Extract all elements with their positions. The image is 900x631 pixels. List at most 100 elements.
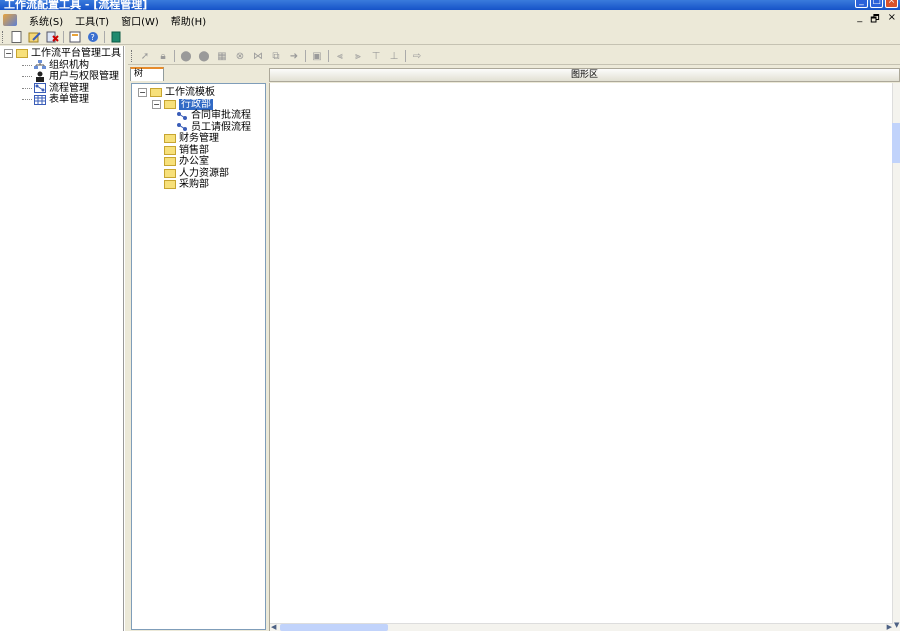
toolbar-separator [63, 30, 64, 43]
navigation-tree-pane: − 工作流平台管理工具 组织机构 用户与权限管理 流程管理 表单管理 [0, 46, 124, 631]
exit-icon[interactable] [109, 30, 123, 43]
menu-window[interactable]: 窗口(W) [115, 13, 165, 28]
org-chart-icon [34, 60, 46, 70]
lock-icon[interactable]: 🔒︎ [156, 50, 170, 63]
template-root-label: 工作流模板 [165, 87, 215, 98]
folder-label: 销售部 [179, 144, 209, 156]
folder-icon [164, 180, 176, 190]
start-node-icon[interactable]: ⬤ [179, 50, 193, 63]
folder-item[interactable]: 办公室 [138, 156, 251, 168]
folder-icon [164, 145, 176, 155]
tab-tree[interactable]: 树 [130, 67, 164, 81]
workflow-icon [176, 111, 188, 121]
tree-item-label: 表单管理 [49, 94, 89, 105]
folder-icon [164, 168, 176, 178]
horizontal-scrollbar[interactable]: ◀ ▶ [270, 623, 893, 631]
menu-bar: 系统(S) 工具(T) 窗口(W) 帮助(H) _ 🗗 × [0, 12, 900, 28]
svg-text:?: ? [91, 33, 95, 42]
folder-label-selected: 行政部 [179, 98, 213, 110]
help-icon[interactable]: ? [86, 30, 100, 43]
graph-canvas[interactable]: ▼ ◀ ▶ [269, 83, 900, 631]
drawing-toolbar: ➚ 🔒︎ ⬤ ⬤ ▦ ⊗ ⋈ ⧉ ➜ ▣ ⫷ ⫸ ⊤ ⊥ ⇨ [128, 48, 900, 65]
new-icon[interactable] [9, 30, 23, 43]
menu-help[interactable]: 帮助(H) [165, 13, 212, 28]
folder-icon [150, 88, 162, 98]
tree-item-users[interactable]: 用户与权限管理 [4, 71, 121, 83]
folder-admin[interactable]: − 行政部 [138, 98, 251, 110]
maximize-icon[interactable]: □ [870, 0, 883, 8]
minimize-icon[interactable]: _ [855, 0, 868, 8]
scroll-down-icon[interactable]: ▼ [894, 622, 899, 629]
tree-item-label: 流程管理 [49, 82, 89, 94]
template-root[interactable]: − 工作流模板 [138, 87, 251, 99]
activity-icon[interactable]: ▦ [215, 50, 229, 63]
folder-item[interactable]: 销售部 [138, 145, 251, 157]
align-top-icon[interactable]: ⊤ [369, 50, 383, 63]
delete-icon[interactable] [45, 30, 59, 43]
split-icon[interactable]: ⧉ [269, 50, 283, 63]
workflow-icon [176, 122, 188, 132]
route-icon[interactable]: ⋈ [251, 50, 265, 63]
edit-icon[interactable] [27, 30, 41, 43]
folder-label: 财务管理 [179, 133, 219, 144]
workflow-item[interactable]: 合同审批流程 [138, 110, 251, 122]
scroll-right-icon[interactable]: ▶ [887, 624, 892, 631]
tree-item-org[interactable]: 组织机构 [4, 60, 121, 72]
mdi-minimize-icon[interactable]: _ [857, 12, 862, 29]
user-key-icon [34, 71, 46, 83]
tree-root[interactable]: − 工作流平台管理工具 [4, 48, 121, 60]
menu-system[interactable]: 系统(S) [23, 13, 69, 28]
folder-label: 办公室 [179, 156, 209, 167]
pane-splitter[interactable] [124, 46, 128, 631]
vertical-scroll-thumb[interactable] [892, 123, 900, 163]
workflow-label: 合同审批流程 [191, 110, 251, 121]
tree-item-forms[interactable]: 表单管理 [4, 94, 121, 106]
toolbar-grip[interactable] [131, 50, 134, 62]
tab-strip: 树 [128, 67, 268, 81]
folder-item[interactable]: 采购部 [138, 179, 251, 191]
folder-item[interactable]: 财务管理 [138, 133, 251, 145]
workflow-label: 员工请假流程 [191, 121, 251, 133]
align-bottom-icon[interactable]: ⊥ [387, 50, 401, 63]
window-title: 工作流配置工具 - [流程管理] [4, 0, 148, 10]
subprocess-icon[interactable]: ⊗ [233, 50, 247, 63]
collapse-icon[interactable]: − [4, 49, 13, 59]
collapse-icon[interactable]: − [138, 88, 147, 98]
template-tree: − 工作流模板 − 行政部 合同审批流程 员工请假流程 财务管理 销售部 办公室… [138, 87, 251, 191]
folder-open-icon [164, 99, 176, 109]
toolbar-separator [104, 30, 105, 43]
close-icon[interactable]: × [885, 0, 898, 8]
align-right-icon[interactable]: ⫸ [351, 50, 365, 63]
tree-item-workflow[interactable]: 流程管理 [4, 83, 121, 95]
pointer-icon[interactable]: ➚ [138, 50, 152, 63]
end-node-icon[interactable]: ⬤ [197, 50, 211, 63]
folder-icon [164, 157, 176, 167]
template-tree-pane: − 工作流模板 − 行政部 合同审批流程 员工请假流程 财务管理 销售部 办公室… [131, 83, 266, 630]
transition-icon[interactable]: ➜ [287, 50, 301, 63]
folder-item[interactable]: 人力资源部 [138, 168, 251, 180]
app-icon[interactable] [3, 14, 17, 26]
collapse-icon[interactable]: − [152, 99, 161, 109]
toolbar-grip[interactable] [2, 30, 5, 43]
save-icon[interactable]: ▣ [310, 50, 324, 63]
mdi-restore-icon[interactable]: 🗗 [870, 12, 879, 29]
tree-root-label: 工作流平台管理工具 [31, 48, 121, 59]
workflow-item[interactable]: 员工请假流程 [138, 122, 251, 134]
vertical-scrollbar[interactable]: ▼ [892, 83, 900, 631]
scroll-left-icon[interactable]: ◀ [271, 624, 276, 631]
horizontal-scroll-thumb[interactable] [280, 624, 388, 631]
mdi-close-icon[interactable]: × [888, 12, 896, 29]
folder-icon [16, 49, 28, 59]
graph-area-header: 图形区 [269, 68, 900, 82]
align-left-icon[interactable]: ⫷ [333, 50, 347, 63]
folder-label: 采购部 [179, 179, 209, 190]
properties-icon[interactable] [68, 30, 82, 43]
title-bar: 工作流配置工具 - [流程管理] _ □ × [0, 0, 900, 10]
folder-label: 人力资源部 [179, 167, 229, 179]
workflow-icon [34, 83, 46, 94]
navigation-tree: − 工作流平台管理工具 组织机构 用户与权限管理 流程管理 表单管理 [4, 48, 121, 106]
export-icon[interactable]: ⇨ [410, 50, 424, 63]
folder-icon [164, 134, 176, 144]
menu-tools[interactable]: 工具(T) [69, 13, 115, 28]
tree-item-label: 组织机构 [49, 59, 89, 71]
